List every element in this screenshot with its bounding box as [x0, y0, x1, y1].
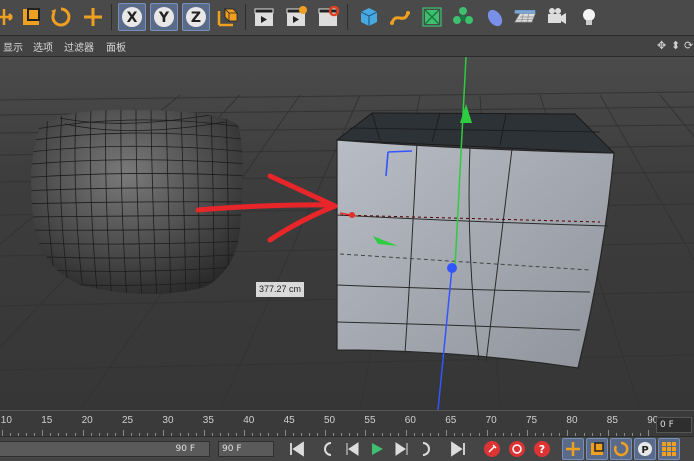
- z-axis-label: Z: [191, 10, 201, 26]
- prev-frame-icon[interactable]: [341, 438, 363, 460]
- x-axis-lock-icon[interactable]: X: [118, 3, 146, 31]
- keyframe-help-icon[interactable]: ?: [531, 438, 553, 460]
- prev-key-icon[interactable]: [316, 438, 338, 460]
- timeline-tick-label: 30: [162, 415, 174, 426]
- z-axis-handle[interactable]: [447, 263, 457, 273]
- timeline-tick-label: 15: [41, 415, 53, 426]
- dolly-view-icon[interactable]: ⬍: [671, 39, 680, 52]
- rotate-icon[interactable]: [47, 3, 75, 31]
- param-key-icon[interactable]: P: [634, 438, 656, 460]
- timeline-tick-label: 60: [404, 415, 416, 426]
- y-axis-label: Y: [158, 10, 170, 26]
- play-icon[interactable]: [366, 438, 388, 460]
- timeline-tick-label: 70: [485, 415, 497, 426]
- y-axis-lock-icon[interactable]: Y: [150, 3, 178, 31]
- move-key-icon[interactable]: [562, 438, 584, 460]
- max-frame-value: 90 F: [222, 444, 242, 454]
- grid-key-icon[interactable]: [658, 438, 680, 460]
- render-picture-viewer-icon[interactable]: [282, 3, 310, 31]
- autokey-icon[interactable]: [506, 438, 528, 460]
- end-frame-slider[interactable]: 90 F: [0, 441, 210, 457]
- measurement-label: 377.27 cm: [256, 282, 305, 297]
- timeline-tick-label: 25: [122, 415, 134, 426]
- subdivision-surface-icon[interactable]: [418, 3, 446, 31]
- timeline-ruler[interactable]: 10 15 20 25 30 35 40 45 50 55 60 65 70 75 80 85 90 0 F: [0, 410, 694, 436]
- end-frame-value: 90 F: [175, 444, 196, 454]
- viewport-menu-bar: 显示 选项 过滤器 面板 ✥ ⬍ ⟳: [0, 36, 694, 57]
- pan-view-icon[interactable]: ✥: [657, 39, 666, 52]
- x-axis-handle[interactable]: [349, 212, 355, 218]
- current-frame-field[interactable]: 0 F: [656, 417, 692, 433]
- cube-object-icon[interactable]: [355, 3, 383, 31]
- spline-icon[interactable]: [386, 3, 414, 31]
- timeline-tick-label: 65: [445, 415, 457, 426]
- timeline-tick-label: 50: [324, 415, 336, 426]
- max-frame-field[interactable]: 90 F: [218, 441, 274, 457]
- add-icon[interactable]: [79, 3, 107, 31]
- menu-display[interactable]: 显示: [3, 39, 23, 54]
- timeline-tick-label: 55: [364, 415, 376, 426]
- timeline-tick-label: 20: [81, 415, 93, 426]
- timeline-tick-label: 35: [202, 415, 214, 426]
- svg-text:?: ?: [539, 443, 545, 456]
- svg-text:P: P: [641, 445, 648, 456]
- perspective-viewport[interactable]: 377.27 cm: [0, 57, 694, 410]
- menu-filter[interactable]: 过滤器: [64, 39, 94, 54]
- next-frame-icon[interactable]: [391, 438, 413, 460]
- scale-key-icon[interactable]: [586, 438, 608, 460]
- goto-end-icon[interactable]: [447, 438, 469, 460]
- main-toolbar: X Y Z: [0, 0, 694, 36]
- light-icon[interactable]: [575, 3, 603, 31]
- timeline-tick-label: 85: [606, 415, 618, 426]
- cinema4d-window: X Y Z 显示 选项 过滤器 面板 ✥ ⬍ ⟳ 377.27 cm 10 15…: [0, 0, 694, 461]
- transport-bar: 90 F 90 F ? P: [0, 436, 694, 461]
- menu-panel[interactable]: 面板: [106, 39, 126, 54]
- timeline-tick-label: 10: [0, 415, 12, 426]
- render-view-icon[interactable]: [250, 3, 278, 31]
- goto-start-icon[interactable]: [286, 438, 308, 460]
- timeline-tick-label: 75: [526, 415, 538, 426]
- rotate-key-icon[interactable]: [610, 438, 632, 460]
- coordinate-system-icon[interactable]: [213, 3, 241, 31]
- next-key-icon[interactable]: [416, 438, 438, 460]
- deformer-icon[interactable]: [481, 3, 509, 31]
- x-axis-label: X: [127, 10, 138, 26]
- render-settings-icon[interactable]: [314, 3, 342, 31]
- z-axis-lock-icon[interactable]: Z: [182, 3, 210, 31]
- viewport-scene: [0, 57, 694, 410]
- timeline-tick-label: 80: [566, 415, 578, 426]
- floor-icon[interactable]: [510, 3, 540, 31]
- camera-icon[interactable]: [543, 3, 571, 31]
- menu-options[interactable]: 选项: [33, 39, 53, 54]
- move-icon[interactable]: [0, 3, 18, 31]
- scale-icon[interactable]: [17, 3, 45, 31]
- timeline-tick-label: 40: [243, 415, 255, 426]
- rotate-view-icon[interactable]: ⟳: [684, 39, 693, 52]
- record-icon[interactable]: [481, 438, 503, 460]
- timeline-tick-label: 45: [283, 415, 295, 426]
- cloner-icon[interactable]: [449, 3, 477, 31]
